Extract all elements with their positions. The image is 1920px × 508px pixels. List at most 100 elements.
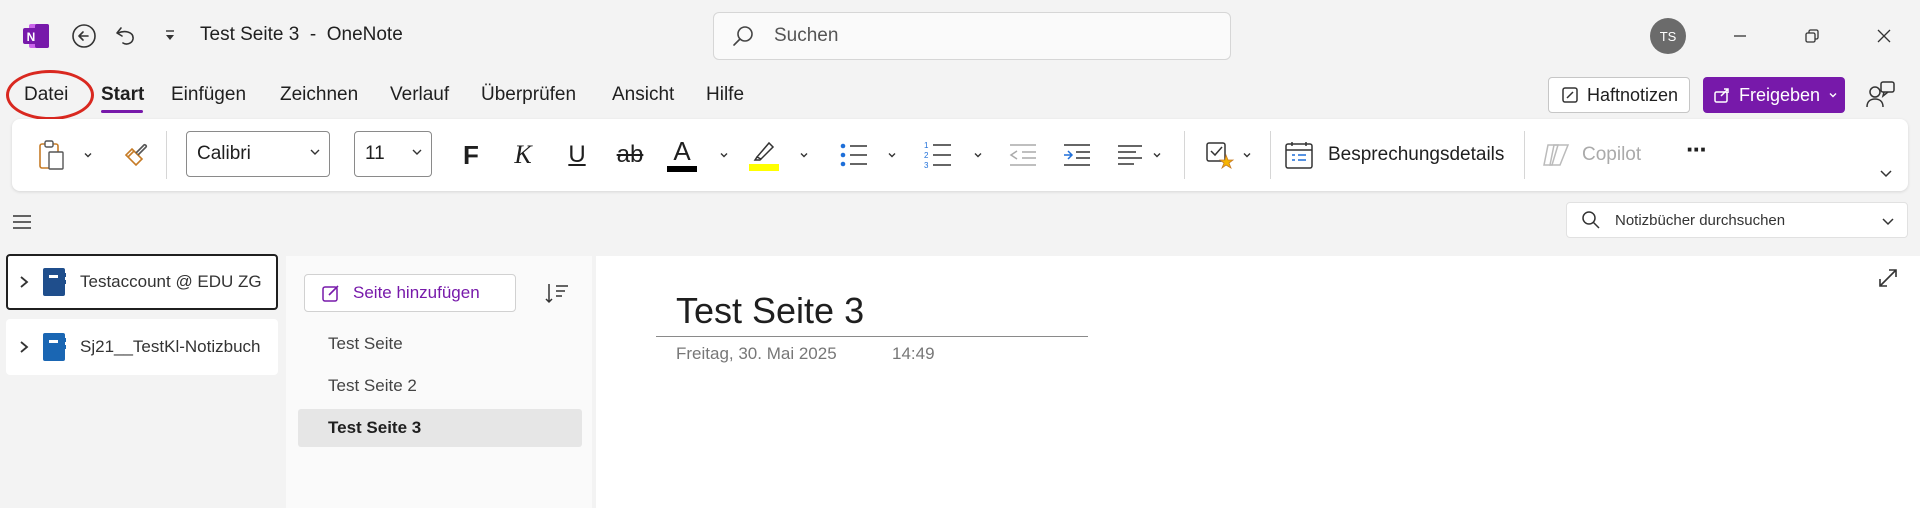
page-title[interactable]: Test Seite 3 [676, 290, 864, 332]
menu-ansicht[interactable]: Ansicht [612, 84, 674, 106]
highlighter-icon [753, 141, 775, 161]
share-button[interactable]: Freigeben [1703, 77, 1845, 113]
add-page-icon [322, 285, 339, 302]
font-color-swatch [667, 166, 697, 172]
menu-zeichnen[interactable]: Zeichnen [280, 84, 358, 106]
page-item[interactable]: Test Seite [298, 325, 582, 363]
highlight-swatch [749, 164, 779, 171]
add-page-button[interactable]: Seite hinzufügen [304, 274, 516, 312]
paste-icon[interactable] [32, 119, 72, 191]
undo-icon[interactable] [106, 16, 146, 56]
decrease-indent-icon[interactable] [1002, 119, 1044, 191]
menu-start[interactable]: Start [101, 84, 144, 106]
global-search[interactable] [713, 12, 1231, 60]
highlight-dropdown-icon[interactable] [794, 119, 814, 191]
bold-button[interactable]: F [450, 119, 492, 191]
font-color-dropdown-icon[interactable] [714, 119, 734, 191]
italic-button[interactable]: K [502, 119, 544, 191]
menu-verlauf[interactable]: Verlauf [390, 84, 449, 106]
copilot-button[interactable]: Copilot [1540, 119, 1670, 191]
active-tab-indicator [101, 110, 143, 113]
expand-icon[interactable] [1876, 266, 1900, 290]
svg-text:3: 3 [924, 161, 929, 170]
chevron-down-icon [310, 149, 320, 155]
window-title: Test Seite 3 - OneNote [200, 24, 403, 45]
avatar[interactable]: TS [1650, 18, 1686, 54]
notebook-label: Sj21__TestKl-Notizbuch [80, 337, 261, 356]
ribbon: Calibri 11 F K U ab A 123 Besprechungsde… [12, 119, 1908, 191]
font-name-value: Calibri [197, 143, 251, 164]
notebook-icon [43, 268, 66, 296]
align-dropdown-icon[interactable] [1148, 119, 1166, 191]
numbered-list-dropdown-icon[interactable] [968, 119, 988, 191]
page-item-selected[interactable]: Test Seite 3 [298, 409, 582, 447]
onenote-logo-icon: N [16, 16, 56, 56]
chevron-down-icon [1828, 90, 1838, 100]
page-date: Freitag, 30. Mai 2025 [676, 344, 837, 363]
underline-button[interactable]: U [556, 119, 598, 191]
search-icon [732, 25, 754, 47]
sticky-notes-label: Haftnotizen [1587, 84, 1679, 105]
chevron-down-icon [1882, 218, 1894, 226]
page-item[interactable]: Test Seite 2 [298, 367, 582, 405]
format-painter-icon[interactable] [116, 119, 156, 191]
minimize-button[interactable] [1712, 12, 1768, 60]
back-icon[interactable] [64, 16, 104, 56]
numbered-list-icon[interactable]: 123 [918, 119, 958, 191]
title-underline [656, 336, 1088, 337]
highlight-circle-annotation [6, 70, 94, 120]
chevron-down-icon [412, 149, 422, 155]
font-size-value: 11 [365, 143, 385, 164]
strikethrough-button[interactable]: ab [609, 119, 651, 191]
copilot-label: Copilot [1582, 144, 1642, 165]
quick-access-dropdown-icon[interactable] [150, 16, 190, 56]
svg-text:N: N [27, 30, 36, 44]
menu-hilfe[interactable]: Hilfe [706, 84, 744, 106]
restore-button[interactable] [1784, 12, 1840, 60]
minimize-icon [1734, 35, 1746, 37]
menu-einfuegen[interactable]: Einfügen [171, 84, 246, 106]
more-options-button[interactable]: ··· [1676, 119, 1716, 191]
font-color-label: A [673, 136, 691, 166]
notebook-item[interactable]: Testaccount @ EDU ZG [6, 254, 278, 310]
notebook-search[interactable]: Notizbücher durchsuchen [1566, 202, 1908, 238]
ribbon-collapse-icon[interactable] [1872, 137, 1900, 209]
notebook-icon [43, 333, 66, 361]
font-size-select[interactable]: 11 [354, 131, 432, 177]
restore-icon [1805, 29, 1819, 43]
search-icon [1582, 211, 1600, 229]
page-time: 14:49 [892, 344, 935, 363]
highlight-button[interactable] [744, 119, 784, 191]
font-name-select[interactable]: Calibri [186, 131, 330, 177]
notebook-search-placeholder: Notizbücher durchsuchen [1615, 211, 1786, 229]
share-icon [1713, 86, 1731, 104]
paste-dropdown-icon[interactable] [78, 119, 98, 191]
bullet-list-icon[interactable] [834, 119, 874, 191]
hamburger-menu-icon[interactable] [10, 210, 34, 234]
menu-ueberpruefen[interactable]: Überprüfen [481, 84, 576, 106]
bullet-list-dropdown-icon[interactable] [882, 119, 902, 191]
sticky-notes-button[interactable]: Haftnotizen [1548, 77, 1690, 113]
tag-checkbox-star-icon[interactable] [1200, 119, 1240, 191]
tag-dropdown-icon[interactable] [1238, 119, 1256, 191]
sticky-note-icon [1561, 86, 1579, 104]
close-icon [1877, 29, 1891, 43]
close-button[interactable] [1856, 12, 1912, 60]
copilot-icon [1543, 144, 1570, 166]
meeting-details-label: Besprechungsdetails [1328, 144, 1505, 165]
calendar-icon [1285, 142, 1313, 169]
meeting-details-button[interactable]: Besprechungsdetails [1284, 119, 1524, 191]
svg-text:2: 2 [924, 151, 929, 160]
notebook-label: Testaccount @ EDU ZG [80, 272, 262, 291]
share-label: Freigeben [1739, 84, 1821, 105]
align-icon[interactable] [1110, 119, 1150, 191]
feedback-icon[interactable] [1864, 79, 1896, 111]
notebook-item[interactable]: Sj21__TestKl-Notizbuch [6, 319, 278, 375]
font-color-button[interactable]: A [662, 119, 702, 191]
increase-indent-icon[interactable] [1056, 119, 1098, 191]
search-input[interactable] [774, 25, 1194, 47]
chevron-right-icon [20, 341, 29, 353]
sort-pages-icon[interactable] [544, 280, 570, 306]
svg-text:1: 1 [924, 141, 929, 150]
add-page-label: Seite hinzufügen [353, 283, 480, 302]
